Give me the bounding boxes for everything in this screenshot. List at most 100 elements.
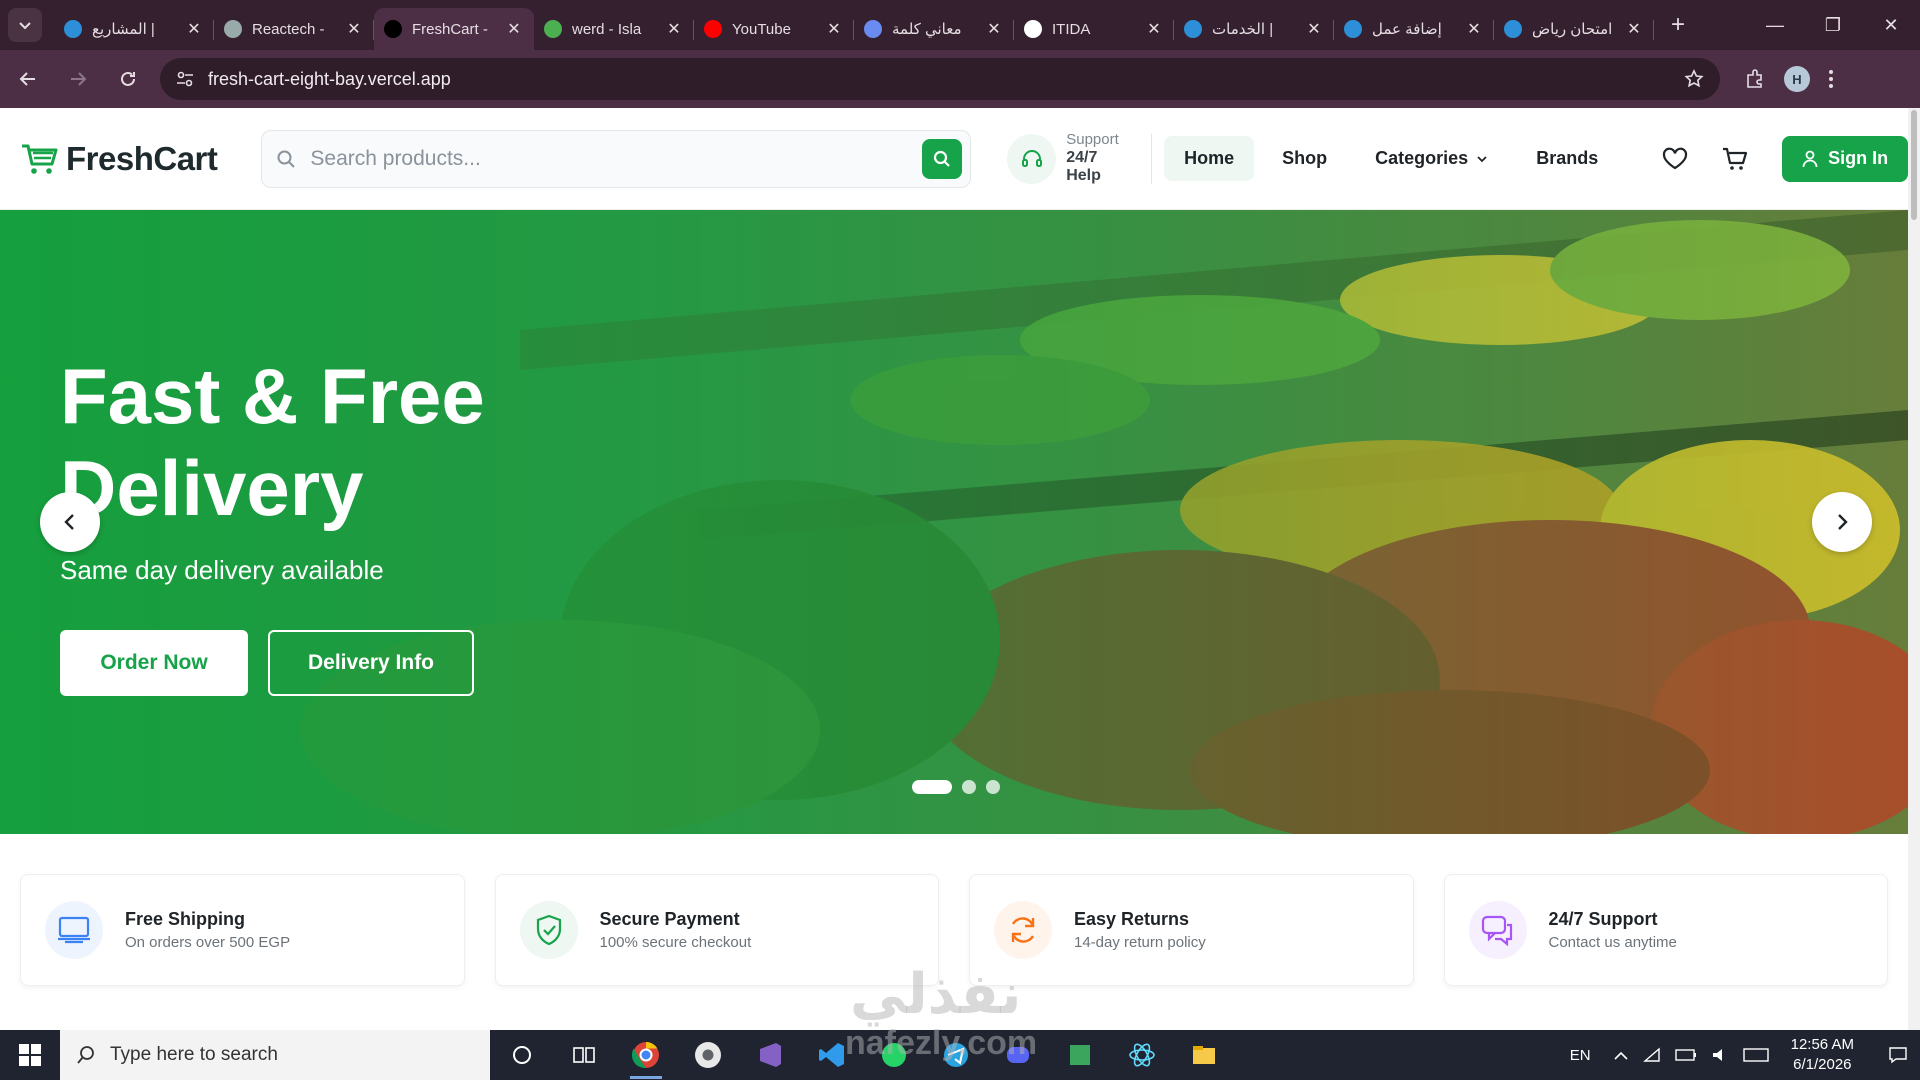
tab-title: المشاريع | bbox=[92, 21, 155, 38]
wifi-icon[interactable] bbox=[1642, 1047, 1661, 1063]
nav-shop[interactable]: Shop bbox=[1262, 136, 1347, 181]
react-devtools-taskbar-icon[interactable] bbox=[1120, 1033, 1164, 1077]
notifications-button[interactable] bbox=[1876, 1046, 1920, 1064]
battery-icon[interactable] bbox=[1674, 1048, 1697, 1062]
back-button[interactable] bbox=[6, 57, 50, 101]
shield-check-icon bbox=[519, 901, 578, 959]
url-text: fresh-cart-eight-bay.vercel.app bbox=[208, 68, 451, 89]
tab-title: YouTube bbox=[732, 20, 791, 38]
close-tab-icon[interactable]: ✕ bbox=[824, 19, 844, 39]
browser-tab[interactable]: FreshCart - ✕ bbox=[374, 8, 534, 50]
browser-tab[interactable]: werd - Isla ✕ bbox=[534, 8, 694, 50]
nav-brands[interactable]: Brands bbox=[1516, 136, 1618, 181]
feature-subtitle: On orders over 500 EGP bbox=[125, 934, 291, 951]
search-button[interactable] bbox=[922, 138, 963, 179]
browser-toolbar: fresh-cart-eight-bay.vercel.app H bbox=[0, 50, 1920, 108]
close-window-button[interactable]: ✕ bbox=[1862, 0, 1920, 50]
close-tab-icon[interactable]: ✕ bbox=[1144, 19, 1164, 39]
close-tab-icon[interactable]: ✕ bbox=[504, 19, 524, 39]
arrow-right-icon bbox=[71, 72, 87, 86]
feature-title: Easy Returns bbox=[1074, 909, 1190, 929]
product-search bbox=[261, 129, 972, 188]
browser-tab[interactable]: YouTube ✕ bbox=[694, 8, 854, 50]
feature-subtitle: 14-day return policy bbox=[1074, 934, 1206, 951]
bookmark-star-icon[interactable] bbox=[1684, 69, 1704, 89]
site-logo[interactable]: FreshCart bbox=[20, 140, 218, 178]
page-scrollbar[interactable] bbox=[1908, 108, 1920, 1030]
browser-tab[interactable]: معاني كلمة ✕ bbox=[854, 8, 1014, 50]
task-view-button[interactable] bbox=[562, 1033, 606, 1077]
hero-title: Fast & Free Delivery bbox=[60, 352, 485, 532]
snipping-tool-taskbar-icon[interactable] bbox=[1058, 1033, 1102, 1077]
volume-icon[interactable] bbox=[1711, 1047, 1729, 1063]
keyboard-icon[interactable] bbox=[1742, 1047, 1769, 1063]
header-divider bbox=[1151, 133, 1153, 184]
cortana-button[interactable] bbox=[500, 1033, 544, 1077]
vercel-icon bbox=[384, 20, 402, 38]
restore-button[interactable]: ❐ bbox=[1804, 0, 1862, 50]
browser-tab[interactable]: الخدمات | ✕ bbox=[1174, 8, 1334, 50]
chevron-up-icon[interactable] bbox=[1613, 1049, 1629, 1061]
reload-button[interactable] bbox=[106, 57, 150, 101]
chrome-profile-taskbar-icon[interactable] bbox=[686, 1033, 730, 1077]
close-tab-icon[interactable]: ✕ bbox=[664, 19, 684, 39]
tab-title: werd - Isla bbox=[572, 20, 642, 38]
slider-next-button[interactable] bbox=[1812, 492, 1872, 552]
delivery-info-button[interactable]: Delivery Info bbox=[268, 630, 474, 696]
close-tab-icon[interactable]: ✕ bbox=[344, 19, 364, 39]
search-input[interactable] bbox=[310, 146, 923, 171]
wishlist-heart-icon[interactable] bbox=[1662, 147, 1688, 171]
minimize-button[interactable]: — bbox=[1746, 0, 1804, 50]
feature-title: Secure Payment bbox=[599, 909, 740, 929]
site-settings-icon[interactable] bbox=[176, 70, 194, 88]
hero-subtitle: Same day delivery available bbox=[60, 555, 384, 585]
windows-logo-icon bbox=[19, 1044, 41, 1066]
watermark-arabic: نفذلي bbox=[850, 962, 1022, 1025]
youtube-icon bbox=[704, 20, 722, 38]
slider-prev-button[interactable] bbox=[40, 492, 100, 552]
feature-subtitle: Contact us anytime bbox=[1548, 934, 1677, 951]
browser-tab[interactable]: إضافة عمل ✕ bbox=[1334, 8, 1494, 50]
browser-tab[interactable]: امتحان رياض ✕ bbox=[1494, 8, 1654, 50]
profile-avatar[interactable]: H bbox=[1784, 66, 1810, 92]
search-icon bbox=[77, 1046, 94, 1064]
clock-time: 12:56 AM bbox=[1790, 1036, 1854, 1053]
order-now-button[interactable]: Order Now bbox=[60, 630, 248, 696]
browser-tab[interactable]: المشاريع | ✕ bbox=[54, 8, 214, 50]
browser-tab[interactable]: Reactech - ✕ bbox=[214, 8, 374, 50]
close-tab-icon[interactable]: ✕ bbox=[1464, 19, 1484, 39]
file-explorer-taskbar-icon[interactable] bbox=[1182, 1033, 1226, 1077]
support-value: 24/7 Help bbox=[1066, 148, 1101, 185]
sign-in-button[interactable]: Sign In bbox=[1782, 135, 1908, 182]
language-indicator[interactable]: EN bbox=[1570, 1047, 1591, 1064]
close-tab-icon[interactable]: ✕ bbox=[184, 19, 204, 39]
refresh-icon bbox=[994, 901, 1052, 959]
feature-card: 24/7 Support Contact us anytime bbox=[1443, 874, 1888, 986]
address-bar[interactable]: fresh-cart-eight-bay.vercel.app bbox=[160, 58, 1720, 100]
nav-categories[interactable]: Categories bbox=[1355, 136, 1508, 181]
new-tab-button[interactable]: + bbox=[1660, 7, 1696, 43]
reload-icon bbox=[121, 71, 135, 86]
close-tab-icon[interactable]: ✕ bbox=[984, 19, 1004, 39]
more-menu-icon[interactable] bbox=[1828, 69, 1834, 89]
slider-dot[interactable] bbox=[912, 780, 952, 794]
forward-button[interactable] bbox=[56, 57, 100, 101]
scrollbar-thumb[interactable] bbox=[1911, 110, 1917, 220]
tab-search-button[interactable] bbox=[8, 8, 42, 42]
cart-icon[interactable] bbox=[1722, 147, 1748, 171]
nav-home[interactable]: Home bbox=[1164, 136, 1255, 181]
chrome-taskbar-icon[interactable] bbox=[624, 1033, 668, 1079]
slider-dot[interactable] bbox=[986, 780, 1000, 794]
clock-date: 6/1/2026 bbox=[1793, 1056, 1852, 1073]
chat-icon bbox=[1468, 901, 1527, 959]
start-button[interactable] bbox=[0, 1030, 60, 1080]
close-tab-icon[interactable]: ✕ bbox=[1624, 19, 1644, 39]
slider-dot[interactable] bbox=[962, 780, 976, 794]
extensions-icon[interactable] bbox=[1744, 68, 1766, 90]
browser-tab[interactable]: ITIDA ✕ bbox=[1014, 8, 1174, 50]
system-clock[interactable]: 12:56 AM 6/1/2026 bbox=[1791, 1035, 1854, 1075]
close-tab-icon[interactable]: ✕ bbox=[1304, 19, 1324, 39]
taskbar-search[interactable]: Type here to search bbox=[60, 1030, 490, 1080]
visual-studio-taskbar-icon[interactable] bbox=[748, 1033, 792, 1077]
tab-title: الخدمات | bbox=[1212, 21, 1274, 38]
